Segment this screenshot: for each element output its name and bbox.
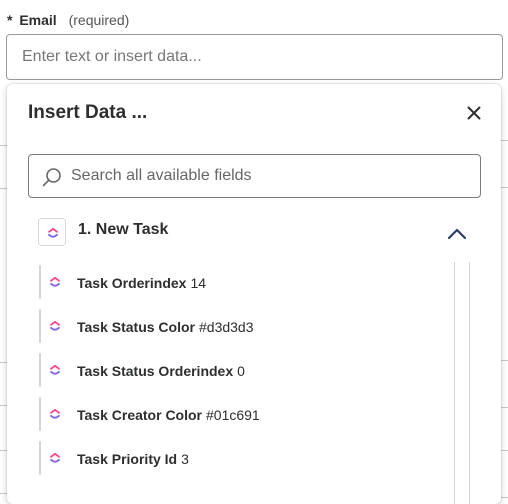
clickup-icon (50, 408, 60, 419)
search-icon (42, 168, 61, 187)
field-required-hint: (required) (68, 12, 130, 28)
panel-title: Insert Data ... (28, 102, 148, 123)
scrollbar[interactable] (454, 262, 470, 504)
clickup-icon (50, 364, 60, 375)
field-item-label: Task Creator Color (77, 407, 202, 423)
field-item-label: Task Orderindex (77, 275, 187, 291)
field-name: Email (19, 12, 57, 28)
search-field[interactable] (28, 154, 481, 198)
field-item-label: Task Status Orderindex (77, 363, 234, 379)
field-item-value: 3 (181, 451, 189, 467)
required-marker: * (7, 12, 13, 28)
field-item-task-orderindex[interactable]: Task Orderindex 14 (39, 265, 206, 299)
clickup-icon (50, 276, 60, 287)
field-item-value: 0 (237, 363, 245, 379)
email-input[interactable] (6, 34, 503, 80)
clickup-icon (50, 320, 60, 331)
close-icon (467, 106, 481, 120)
field-item-label: Task Priority Id (77, 451, 178, 467)
field-item-label: Task Status Color (77, 319, 195, 335)
group-header-new-task[interactable]: 1. New Task (38, 218, 470, 248)
clickup-icon (50, 452, 60, 463)
field-item-task-status-color[interactable]: Task Status Color #d3d3d3 (39, 309, 254, 343)
group-title: 1. New Task (78, 221, 169, 238)
insert-data-panel: Insert Data ... 1. New Task Task O (7, 84, 501, 504)
field-item-task-status-orderindex[interactable]: Task Status Orderindex 0 (39, 353, 245, 387)
field-item-value: #01c691 (206, 407, 260, 423)
field-item-value: #d3d3d3 (199, 319, 254, 335)
field-item-value: 14 (190, 275, 207, 291)
search-input[interactable] (69, 155, 469, 197)
close-button[interactable] (462, 101, 486, 125)
field-label: * Email (required) (7, 11, 129, 29)
clickup-icon (38, 218, 66, 246)
field-item-task-priority-id[interactable]: Task Priority Id 3 (39, 441, 189, 475)
field-item-task-creator-color[interactable]: Task Creator Color #01c691 (39, 397, 260, 431)
chevron-up-icon[interactable] (446, 223, 468, 245)
